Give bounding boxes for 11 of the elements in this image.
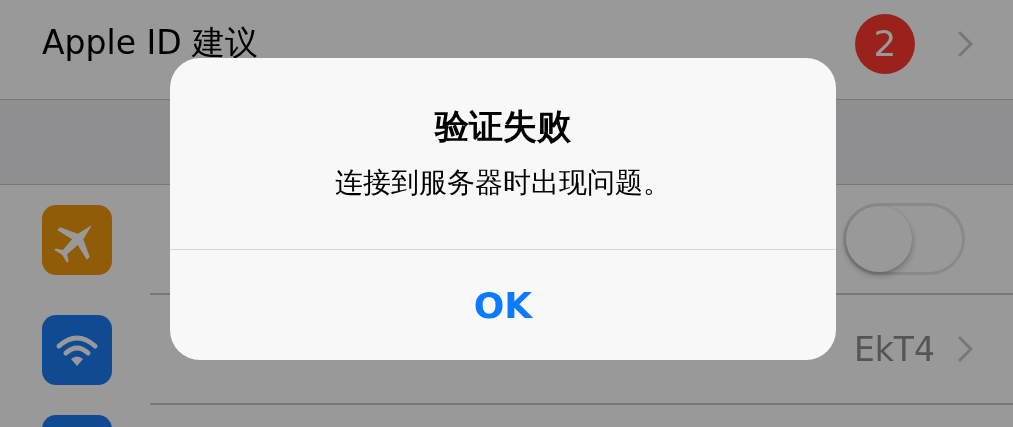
alert-message: 连接到服务器时出现问题。 [335, 165, 671, 201]
notification-badge: 2 [855, 13, 915, 74]
airplane-icon [42, 205, 112, 275]
ok-button[interactable]: OK [170, 250, 836, 360]
alert-title: 验证失败 [435, 105, 571, 148]
chevron-icon [957, 29, 973, 58]
row-value: EkT4 [853, 329, 935, 369]
wifi-icon [42, 315, 112, 385]
row-label[interactable]: Apple ID 建议 [42, 21, 259, 66]
chevron-icon [957, 335, 973, 363]
toggle-switch[interactable] [843, 203, 965, 275]
